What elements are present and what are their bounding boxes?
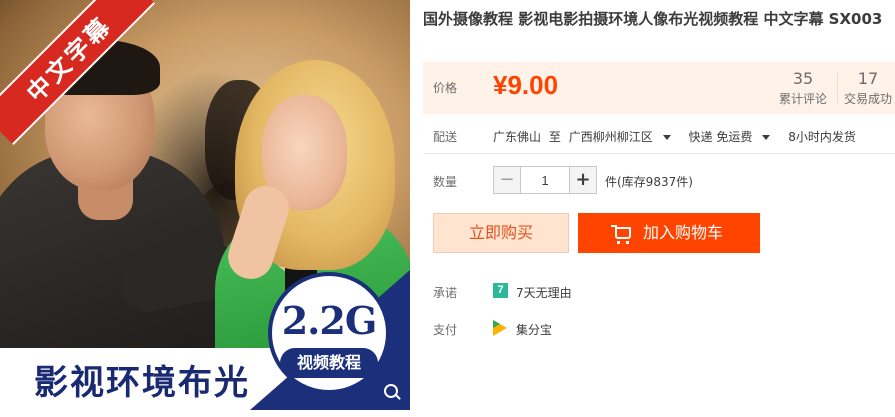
product-main-image[interactable]: 中文字幕 影视环境布光 2.2G 视频教程 (0, 0, 410, 410)
zoom-icon[interactable] (384, 384, 398, 398)
buy-now-button[interactable]: 立即购买 (433, 213, 569, 253)
shipping-row: 广东佛山 至 广西柳州柳江区 快递 免运费 8小时内发货 (493, 128, 860, 145)
quantity-label: 数量 (433, 175, 458, 189)
add-to-cart-button[interactable]: 加入购物车 (578, 213, 760, 253)
promise-7-icon: 7 (493, 283, 508, 298)
quantity-increase-button[interactable]: + (569, 166, 597, 194)
sales-count: 17 (857, 69, 879, 88)
dispatch-time: 8小时内发货 (788, 130, 856, 144)
price-value: ¥9.00 (493, 70, 559, 100)
quantity-stepper: − + (493, 166, 597, 194)
stock-text: 件(库存9837件) (605, 175, 693, 189)
price-panel: 价格 ¥9.00 35 累计评论 17 交易成功 (423, 62, 895, 114)
banner-title: 影视环境布光 (34, 363, 250, 403)
promise-text[interactable]: 7天无理由 (516, 284, 572, 301)
payment-text[interactable]: 集分宝 (516, 321, 552, 338)
quantity-decrease-button[interactable]: − (493, 166, 521, 194)
badge-label: 视频教程 (280, 348, 378, 378)
destination-select[interactable]: 广西柳州柳江区 (569, 130, 681, 144)
shipping-from: 广东佛山 (493, 130, 542, 144)
price-label: 价格 (433, 81, 458, 95)
shipping-to-word: 至 (548, 130, 561, 144)
cart-icon (610, 225, 631, 244)
reviews-stat[interactable]: 35 累计评论 (773, 68, 833, 108)
reviews-label: 累计评论 (778, 92, 827, 106)
promise-label: 承诺 (433, 286, 458, 300)
jifenbao-icon (493, 320, 507, 336)
sales-stat: 17 交易成功 (841, 68, 895, 108)
section-divider (423, 153, 895, 154)
shipping-method-text: 快递 免运费 (688, 130, 753, 144)
quantity-input[interactable] (521, 166, 569, 194)
destination-text: 广西柳州柳江区 (568, 130, 653, 144)
product-title: 国外摄像教程 影视电影拍摄环境人像布光视频教程 中文字幕 SX003 (423, 10, 883, 28)
badge-size-text: 2.2G (281, 298, 378, 343)
sales-label: 交易成功 (843, 92, 892, 106)
size-badge: 2.2G 视频教程 (268, 272, 390, 394)
reviews-count: 35 (792, 69, 814, 88)
add-to-cart-label: 加入购物车 (642, 223, 723, 242)
shipping-method-select[interactable]: 快递 免运费 (689, 130, 781, 144)
payment-label: 支付 (433, 323, 458, 337)
caret-down-icon (662, 135, 671, 140)
caret-down-icon (762, 135, 771, 140)
stat-divider (837, 72, 838, 104)
shipping-label: 配送 (433, 130, 458, 144)
